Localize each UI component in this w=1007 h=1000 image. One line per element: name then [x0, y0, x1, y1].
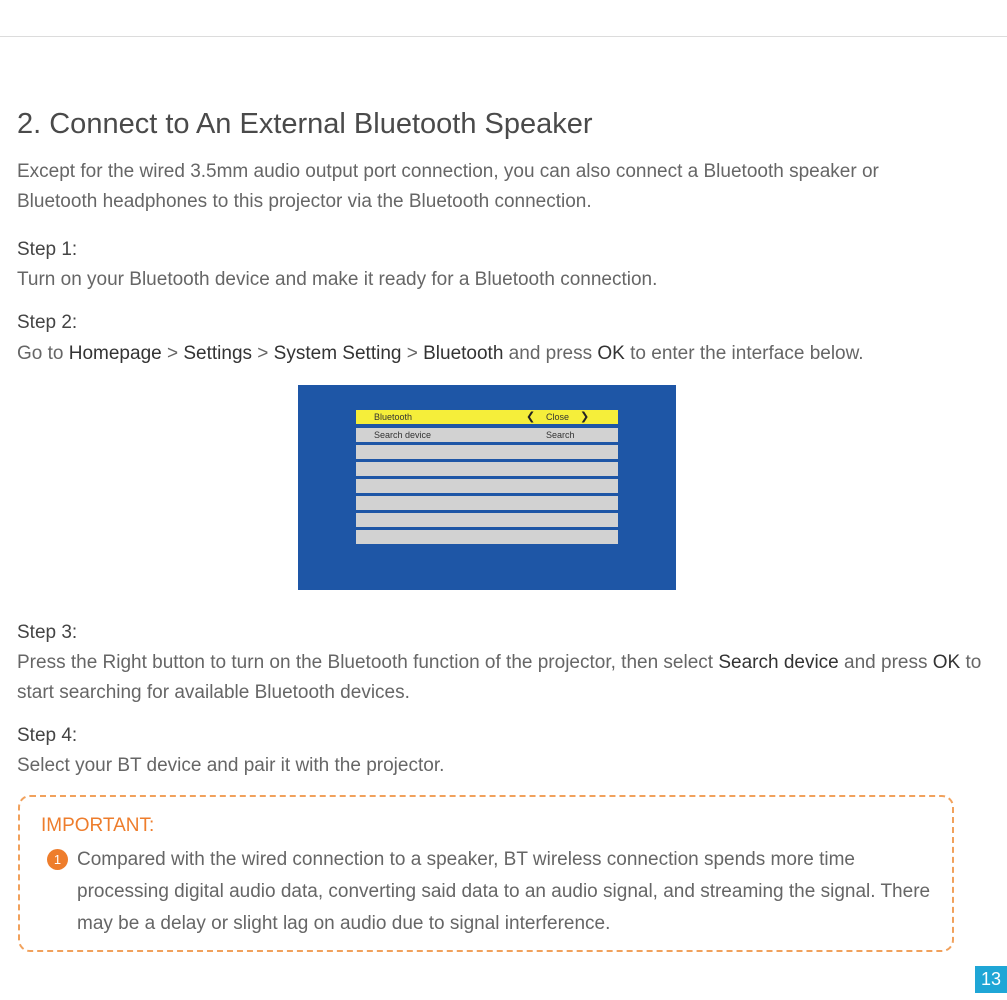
step-2-label: Step 2: — [17, 312, 78, 333]
bt-empty-row — [356, 445, 618, 459]
emphasis-ok: OK — [932, 652, 961, 673]
text-run: Press the Right button to turn on the Bl… — [17, 652, 719, 673]
bt-search-label: Search device — [374, 430, 432, 440]
step-2-text: Go to Homepage > Settings > System Setti… — [17, 339, 992, 369]
step-3-text: Press the Right button to turn on the Bl… — [17, 648, 992, 708]
important-note-box: IMPORTANT: 1 Compared with the wired con… — [18, 795, 954, 952]
text-run: to enter the interface below. — [624, 343, 864, 364]
text-run: and press — [838, 652, 933, 673]
chevron-right-icon: ❯ — [580, 411, 590, 423]
important-title: IMPORTANT: — [41, 815, 155, 836]
bt-header-label: Bluetooth — [374, 412, 413, 422]
bt-search-value: Search — [546, 430, 575, 440]
important-text: Compared with the wired connection to a … — [77, 849, 931, 934]
text-run: > — [161, 343, 184, 364]
emphasis-homepage: Homepage — [68, 343, 162, 364]
step-3-label: Step 3: — [17, 622, 78, 643]
emphasis-system-setting: System Setting — [273, 343, 402, 364]
emphasis-settings: Settings — [183, 343, 253, 364]
step-4-text: Select your BT device and pair it with t… — [17, 755, 445, 776]
number-badge: 1 — [47, 849, 68, 870]
emphasis-bluetooth: Bluetooth — [423, 343, 504, 364]
bt-header-row: Bluetooth ❮ Close ❯ — [356, 410, 618, 424]
bt-empty-row — [356, 530, 618, 544]
text-run: > — [252, 343, 274, 364]
emphasis-search-device: Search device — [718, 652, 839, 673]
section-title: 2. Connect to An External Bluetooth Spea… — [17, 108, 593, 140]
chevron-left-icon: ❮ — [526, 411, 536, 423]
bt-empty-row — [356, 496, 618, 510]
emphasis-ok: OK — [597, 343, 625, 364]
step-1-label: Step 1: — [17, 239, 78, 260]
bt-empty-row — [356, 513, 618, 527]
bt-search-row: Search device Search — [356, 428, 618, 442]
text-run: Go to — [17, 343, 69, 364]
step-4-label: Step 4: — [17, 725, 78, 746]
text-run: and press — [503, 343, 598, 364]
step-1-text: Turn on your Bluetooth device and make i… — [17, 269, 658, 290]
page-number: 13 — [975, 966, 1007, 993]
intro-paragraph: Except for the wired 3.5mm audio output … — [17, 161, 879, 212]
bluetooth-settings-screenshot: Bluetooth ❮ Close ❯ Search device Search — [298, 385, 676, 590]
bt-header-value: Close — [546, 412, 570, 422]
top-divider — [0, 36, 1007, 37]
bt-empty-row — [356, 462, 618, 476]
bt-empty-row — [356, 479, 618, 493]
text-run: > — [401, 343, 424, 364]
